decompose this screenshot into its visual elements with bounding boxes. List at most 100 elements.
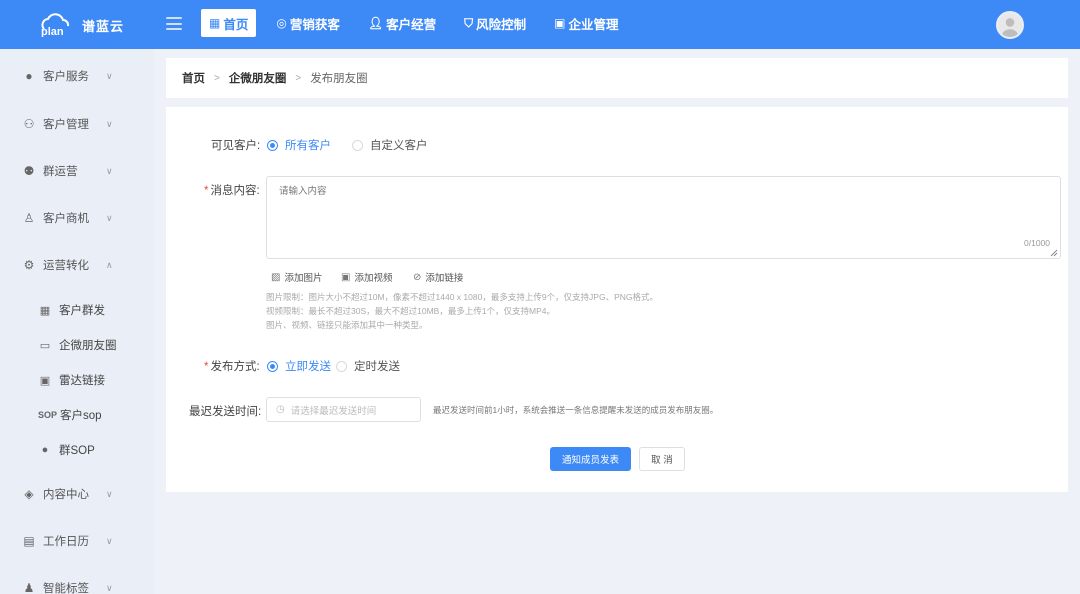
nav-item-marketing[interactable]: ◎ 营销获客 bbox=[268, 9, 348, 37]
radio-all-customers[interactable]: 所有客户 bbox=[267, 137, 331, 153]
help-text-type: 图片、视频、链接只能添加其中一种类型。 bbox=[266, 320, 428, 330]
radio-dot bbox=[267, 360, 278, 372]
cancel-button[interactable]: 取 消 bbox=[639, 447, 685, 471]
breadcrumb: 首页 > 企微朋友圈 > 发布朋友圈 bbox=[166, 58, 1068, 98]
sidebar-item-work-calendar[interactable]: ▤ 工作日历 ∨ bbox=[0, 523, 154, 559]
sidebar-item-customer-management[interactable]: ⚇ 客户管理 ∨ bbox=[0, 106, 154, 142]
radio-dot bbox=[336, 360, 347, 372]
chevron-down-icon: ∨ bbox=[106, 488, 113, 499]
visible-customers-label: 可见客户: bbox=[211, 140, 261, 152]
chevron-right-icon: > bbox=[214, 72, 220, 84]
sidebar-item-label: 智能标签 bbox=[43, 583, 89, 594]
sidebar-item-label: 客户商机 bbox=[43, 213, 89, 225]
chevron-down-icon: ∨ bbox=[106, 535, 113, 546]
grid-icon: ▦ bbox=[39, 304, 51, 317]
avatar[interactable] bbox=[996, 11, 1024, 39]
user-icon: 👤︎ bbox=[367, 16, 384, 30]
nav-label: 首页 bbox=[223, 17, 249, 32]
notify-members-button[interactable]: 通知成员发表 bbox=[550, 447, 631, 471]
radio-scheduled-send[interactable]: 定时发送 bbox=[336, 358, 400, 374]
chevron-down-icon: ∨ bbox=[106, 118, 113, 129]
sidebar-item-group-ops[interactable]: ⚉ 群运营 ∨ bbox=[0, 153, 154, 189]
add-link-button[interactable]: ⊘ 添加链接 bbox=[413, 270, 463, 285]
nav-item-enterprise[interactable]: ▣ 企业管理 bbox=[546, 9, 626, 37]
sidebar-item-label: 客户服务 bbox=[43, 71, 89, 83]
top-nav: ▦ 首页 ◎ 营销获客 👤︎ 客户经营 ⛉ 风险控制 ▣ 企业管理 bbox=[201, 9, 639, 37]
required-asterisk: * bbox=[204, 185, 209, 197]
cloud-logo-icon: plan bbox=[41, 13, 70, 37]
sidebar-item-customer-service[interactable]: ● 客户服务 ∨ bbox=[0, 58, 154, 94]
add-video-button[interactable]: ▣ 添加视频 bbox=[341, 270, 393, 285]
sidebar-subitem-customer-sop[interactable]: SOP 客户sop bbox=[0, 400, 154, 430]
shield-icon: ⛉ bbox=[464, 15, 474, 30]
nav-label: 客户经营 bbox=[386, 17, 437, 32]
image-icon: ▨ bbox=[271, 271, 281, 283]
deadline-note: 最迟发送时间前1小时，系统会推送一条信息提醒未发送的成员发布朋友圈。 bbox=[433, 405, 719, 415]
radio-custom-customers[interactable]: 自定义客户 bbox=[352, 137, 428, 153]
sidebar-subitem-moments[interactable]: ▭ 企微朋友圈 bbox=[0, 330, 154, 360]
sidebar-subitem-label: 雷达链接 bbox=[59, 375, 105, 387]
message-content-textarea[interactable] bbox=[266, 176, 1061, 259]
sidebar-item-label: 内容中心 bbox=[43, 489, 89, 501]
deadline-picker[interactable]: ◷ 请选择最迟发送时间 bbox=[266, 397, 421, 422]
publish-form-card: 可见客户: 所有客户 自定义客户 *消息内容: 0/1000 ▨ 添加图片 ▣ … bbox=[166, 107, 1068, 492]
sidebar-subitem-label: 群SOP bbox=[59, 445, 95, 457]
chevron-down-icon: ∨ bbox=[106, 212, 113, 223]
radio-dot bbox=[352, 139, 363, 151]
menu-toggle-icon[interactable] bbox=[166, 17, 182, 30]
sidebar-item-label: 运营转化 bbox=[43, 260, 89, 272]
sidebar-subitem-mass-send[interactable]: ▦ 客户群发 bbox=[0, 295, 154, 325]
radio-label: 自定义客户 bbox=[370, 140, 428, 152]
char-counter: 0/1000 bbox=[1024, 238, 1050, 248]
add-video-label: 添加视频 bbox=[354, 273, 393, 284]
table-icon: ▦ bbox=[209, 16, 221, 30]
add-image-label: 添加图片 bbox=[284, 273, 323, 284]
help-text-image: 图片限制：图片大小不超过10M，像素不超过1440 x 1080，最多支持上传9… bbox=[266, 292, 659, 302]
nav-label: 风险控制 bbox=[476, 17, 527, 32]
radio-label: 立即发送 bbox=[285, 361, 331, 373]
radio-send-now[interactable]: 立即发送 bbox=[267, 358, 331, 374]
user-money-icon: ♙ bbox=[23, 211, 35, 225]
nav-label: 营销获客 bbox=[289, 17, 340, 32]
gear-icon: ⚙ bbox=[23, 258, 35, 272]
required-asterisk: * bbox=[204, 361, 209, 373]
resize-grip-icon[interactable] bbox=[1050, 249, 1058, 257]
user-avatar-icon bbox=[998, 13, 1022, 37]
sidebar-item-smart-tags[interactable]: ♟ 智能标签 ∨ bbox=[0, 570, 154, 594]
sidebar: ● 客户服务 ∨ ⚇ 客户管理 ∨ ⚉ 群运营 ∨ ♙ 客户商机 ∨ ⚙ 运营转… bbox=[0, 49, 154, 594]
deadline-label: 最迟发送时间: bbox=[189, 406, 262, 418]
nav-label: 企业管理 bbox=[568, 17, 619, 32]
radar-icon: ▣ bbox=[39, 374, 51, 387]
chevron-up-icon: ∧ bbox=[106, 259, 113, 270]
add-image-button[interactable]: ▨ 添加图片 bbox=[271, 270, 323, 285]
message-content-label: * 消息内容: bbox=[204, 182, 260, 198]
sidebar-item-content-center[interactable]: ◈ 内容中心 ∨ bbox=[0, 476, 154, 512]
radio-label: 所有客户 bbox=[285, 140, 331, 152]
nav-item-customer-ops[interactable]: 👤︎ 客户经营 bbox=[360, 9, 444, 37]
brand-name: 谱蓝云 bbox=[82, 18, 125, 34]
chat-icon: ● bbox=[41, 444, 49, 456]
sidebar-item-operations-conversion[interactable]: ⚙ 运营转化 ∧ bbox=[0, 247, 154, 283]
logo[interactable]: plan 谱蓝云 bbox=[36, 12, 124, 38]
breadcrumb-item-home[interactable]: 首页 bbox=[182, 70, 205, 86]
sidebar-subitem-group-sop[interactable]: ● 群SOP bbox=[0, 435, 154, 465]
nav-item-risk-control[interactable]: ⛉ 风险控制 bbox=[456, 9, 534, 37]
radio-dot bbox=[267, 139, 278, 151]
sidebar-item-opportunities[interactable]: ♙ 客户商机 ∨ bbox=[0, 200, 154, 236]
top-header: plan 谱蓝云 ▦ 首页 ◎ 营销获客 👤︎ 客户经营 ⛉ 风险控制 ▣ 企业… bbox=[0, 0, 1080, 49]
group-icon: ⚉ bbox=[23, 164, 35, 178]
logo-plan-text: plan bbox=[41, 26, 64, 37]
link-icon: ⊘ bbox=[413, 271, 422, 283]
video-icon: ▣ bbox=[341, 271, 351, 283]
users-icon: ⚇ bbox=[23, 117, 35, 131]
help-text-video: 视频限制：最长不超过30S，最大不超过10MB，最多上传1个，仅支持MP4。 bbox=[266, 306, 556, 316]
breadcrumb-item-moments[interactable]: 企微朋友圈 bbox=[229, 70, 287, 86]
sidebar-subitem-label: 客户sop bbox=[60, 410, 102, 422]
sidebar-item-label: 工作日历 bbox=[43, 536, 89, 548]
sidebar-subitem-radar-link[interactable]: ▣ 雷达链接 bbox=[0, 365, 154, 395]
radio-label: 定时发送 bbox=[354, 361, 400, 373]
building-icon: ▣ bbox=[554, 16, 566, 30]
card-icon: ▭ bbox=[39, 339, 51, 352]
sidebar-item-label: 群运营 bbox=[43, 166, 78, 178]
nav-item-home[interactable]: ▦ 首页 bbox=[201, 9, 257, 37]
